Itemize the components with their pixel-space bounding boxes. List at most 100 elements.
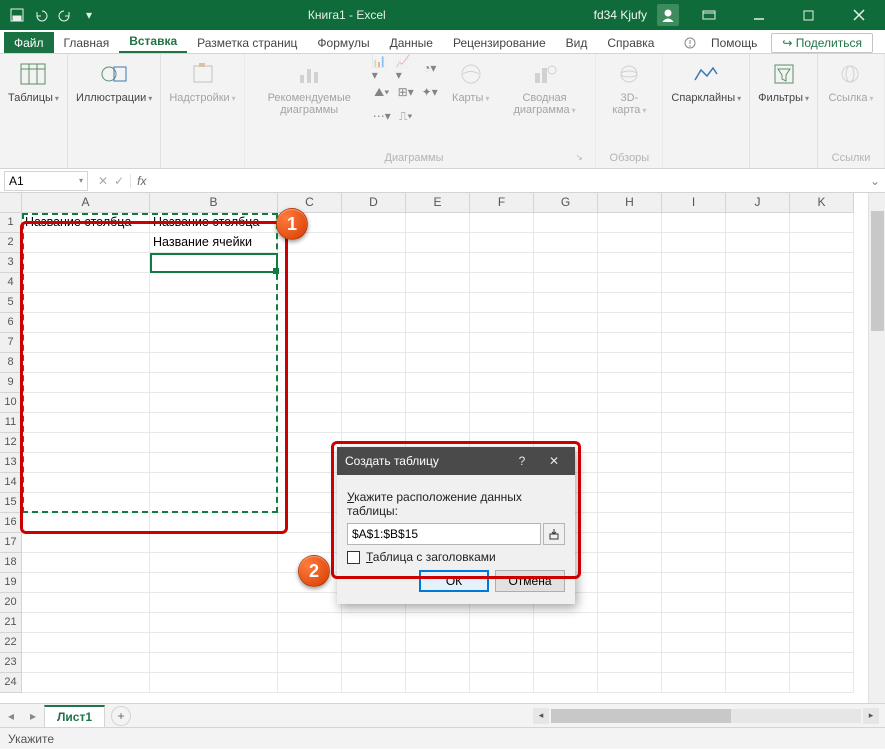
cell[interactable] [22, 573, 150, 593]
row-header[interactable]: 1 [0, 213, 22, 233]
cell[interactable] [534, 653, 598, 673]
row-header[interactable]: 18 [0, 553, 22, 573]
cell[interactable] [534, 353, 598, 373]
illustrations-button[interactable]: Иллюстрации [76, 58, 152, 104]
cell[interactable] [598, 553, 662, 573]
enter-formula-icon[interactable]: ✓ [114, 174, 124, 188]
cell[interactable] [150, 493, 278, 513]
select-all-corner[interactable] [0, 193, 22, 213]
fx-icon[interactable]: fx [130, 174, 152, 188]
cell[interactable] [150, 573, 278, 593]
cell[interactable] [22, 533, 150, 553]
cell[interactable] [726, 373, 790, 393]
cell[interactable] [470, 633, 534, 653]
cell[interactable] [598, 593, 662, 613]
save-icon[interactable] [6, 4, 28, 26]
cell[interactable] [470, 353, 534, 373]
row-header[interactable]: 3 [0, 253, 22, 273]
cell[interactable] [406, 273, 470, 293]
dialog-help-icon[interactable]: ? [509, 454, 535, 468]
cell[interactable] [406, 413, 470, 433]
cell[interactable] [406, 653, 470, 673]
cell[interactable] [726, 413, 790, 433]
cell[interactable] [790, 653, 854, 673]
cell[interactable] [598, 213, 662, 233]
cell[interactable] [278, 533, 342, 553]
cell[interactable] [406, 333, 470, 353]
row-header[interactable]: 14 [0, 473, 22, 493]
cell[interactable] [470, 393, 534, 413]
cell[interactable] [662, 213, 726, 233]
charts-dialog-launcher-icon[interactable]: ↘ [575, 152, 587, 164]
tab-вид[interactable]: Вид [556, 32, 598, 53]
cell[interactable] [278, 673, 342, 693]
cell[interactable] [662, 573, 726, 593]
cell[interactable] [470, 373, 534, 393]
cell[interactable] [278, 253, 342, 273]
cell[interactable] [790, 513, 854, 533]
maps-button[interactable]: Карты [446, 58, 496, 104]
cell[interactable] [470, 233, 534, 253]
cell[interactable] [278, 293, 342, 313]
cell[interactable] [150, 313, 278, 333]
cell[interactable] [22, 473, 150, 493]
cell[interactable] [790, 473, 854, 493]
cell[interactable] [22, 233, 150, 253]
column-header[interactable]: A [22, 193, 150, 213]
cell[interactable] [150, 433, 278, 453]
cell[interactable] [278, 653, 342, 673]
cell[interactable] [726, 653, 790, 673]
cell[interactable] [470, 413, 534, 433]
cell[interactable] [470, 333, 534, 353]
cell[interactable] [598, 633, 662, 653]
cell[interactable] [598, 533, 662, 553]
cell[interactable] [662, 233, 726, 253]
cell[interactable] [598, 293, 662, 313]
cell[interactable] [150, 513, 278, 533]
cell[interactable] [534, 293, 598, 313]
cell[interactable] [342, 393, 406, 413]
cell[interactable] [342, 653, 406, 673]
cell[interactable] [342, 613, 406, 633]
cell[interactable] [790, 553, 854, 573]
cell[interactable] [470, 653, 534, 673]
cell[interactable] [726, 493, 790, 513]
cell[interactable] [342, 273, 406, 293]
column-header[interactable]: J [726, 193, 790, 213]
cell[interactable] [150, 533, 278, 553]
link-button[interactable]: Ссылка [826, 58, 876, 104]
cell[interactable] [790, 593, 854, 613]
tell-me-icon[interactable] [683, 36, 697, 50]
cell[interactable] [598, 233, 662, 253]
cell[interactable] [150, 333, 278, 353]
cell[interactable] [790, 633, 854, 653]
tab-главная[interactable]: Главная [54, 32, 120, 53]
cell[interactable] [150, 553, 278, 573]
cell[interactable] [598, 513, 662, 533]
column-header[interactable]: I [662, 193, 726, 213]
cell[interactable] [406, 253, 470, 273]
cell[interactable] [726, 473, 790, 493]
3d-map-button[interactable]: 3D-карта [604, 58, 654, 116]
row-header[interactable]: 13 [0, 453, 22, 473]
cell[interactable] [22, 513, 150, 533]
cell[interactable] [598, 333, 662, 353]
cell[interactable] [534, 393, 598, 413]
cell[interactable] [22, 653, 150, 673]
cell[interactable] [406, 293, 470, 313]
row-header[interactable]: 8 [0, 353, 22, 373]
cell[interactable] [598, 433, 662, 453]
cell[interactable] [22, 613, 150, 633]
cell[interactable] [662, 433, 726, 453]
cell[interactable] [662, 453, 726, 473]
column-header[interactable]: K [790, 193, 854, 213]
cell[interactable] [790, 613, 854, 633]
cell[interactable] [150, 673, 278, 693]
cell[interactable] [662, 553, 726, 573]
cell[interactable] [278, 493, 342, 513]
cell[interactable] [406, 613, 470, 633]
column-header[interactable]: D [342, 193, 406, 213]
cancel-formula-icon[interactable]: ✕ [98, 174, 108, 188]
cell[interactable] [534, 613, 598, 633]
cell[interactable] [662, 473, 726, 493]
